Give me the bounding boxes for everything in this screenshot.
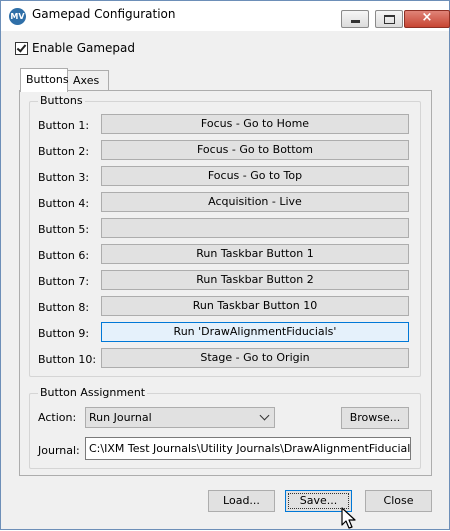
- button-3-label: Button 3:: [38, 171, 90, 184]
- load-button[interactable]: Load...: [208, 490, 275, 512]
- button-4-action[interactable]: Acquisition - Live: [101, 192, 409, 212]
- tab-buttons[interactable]: Buttons: [20, 68, 69, 92]
- button-7-action[interactable]: Run Taskbar Button 2: [101, 270, 409, 290]
- chevron-down-icon: [259, 410, 270, 421]
- maximize-icon: [384, 15, 395, 24]
- action-label: Action:: [38, 411, 77, 424]
- enable-gamepad-label: Enable Gamepad: [32, 41, 136, 55]
- button-10-label: Button 10:: [38, 353, 97, 366]
- button-10-action[interactable]: Stage - Go to Origin: [101, 348, 409, 368]
- tab-axes[interactable]: Axes: [67, 70, 109, 91]
- close-icon: ×: [421, 10, 433, 25]
- mouse-pointer-icon: [341, 507, 356, 529]
- button-6-label: Button 6:: [38, 249, 90, 262]
- button-8-label: Button 8:: [38, 301, 90, 314]
- button-6-action[interactable]: Run Taskbar Button 1: [101, 244, 409, 264]
- button-8-action[interactable]: Run Taskbar Button 10: [101, 296, 409, 316]
- minimize-icon: [351, 20, 360, 23]
- action-select[interactable]: Run Journal: [85, 407, 275, 428]
- enable-gamepad-checkbox[interactable]: [15, 42, 28, 55]
- button-7-label: Button 7:: [38, 275, 90, 288]
- button-4-label: Button 4:: [38, 197, 90, 210]
- button-1-action[interactable]: Focus - Go to Home: [101, 114, 409, 134]
- button-assignment-title: Button Assignment: [38, 386, 148, 399]
- close-button[interactable]: Close: [365, 490, 432, 512]
- button-5-label: Button 5:: [38, 223, 90, 236]
- checkmark-icon: [16, 42, 27, 53]
- window-title: Gamepad Configuration: [32, 7, 176, 21]
- maximize-button[interactable]: [375, 10, 403, 28]
- button-9-label: Button 9:: [38, 327, 90, 340]
- journal-label: Journal:: [38, 444, 80, 457]
- minimize-button[interactable]: [341, 10, 369, 28]
- button-3-action[interactable]: Focus - Go to Top: [101, 166, 409, 186]
- gamepad-config-window: MV Gamepad Configuration × Enable Gamepa…: [0, 0, 450, 530]
- action-select-value: Run Journal: [89, 411, 152, 424]
- button-9-action[interactable]: Run 'DrawAlignmentFiducials': [101, 322, 409, 342]
- button-5-action[interactable]: [101, 218, 409, 238]
- app-icon: MV: [9, 8, 26, 25]
- button-2-action[interactable]: Focus - Go to Bottom: [101, 140, 409, 160]
- close-window-button[interactable]: ×: [404, 10, 450, 28]
- browse-button[interactable]: Browse...: [341, 407, 409, 429]
- title-bar[interactable]: MV Gamepad Configuration ×: [1, 1, 450, 31]
- button-2-label: Button 2:: [38, 145, 90, 158]
- journal-path-field[interactable]: C:\IXM Test Journals\Utility Journals\Dr…: [85, 437, 411, 460]
- button-1-label: Button 1:: [38, 119, 90, 132]
- buttons-group-title: Buttons: [38, 94, 85, 107]
